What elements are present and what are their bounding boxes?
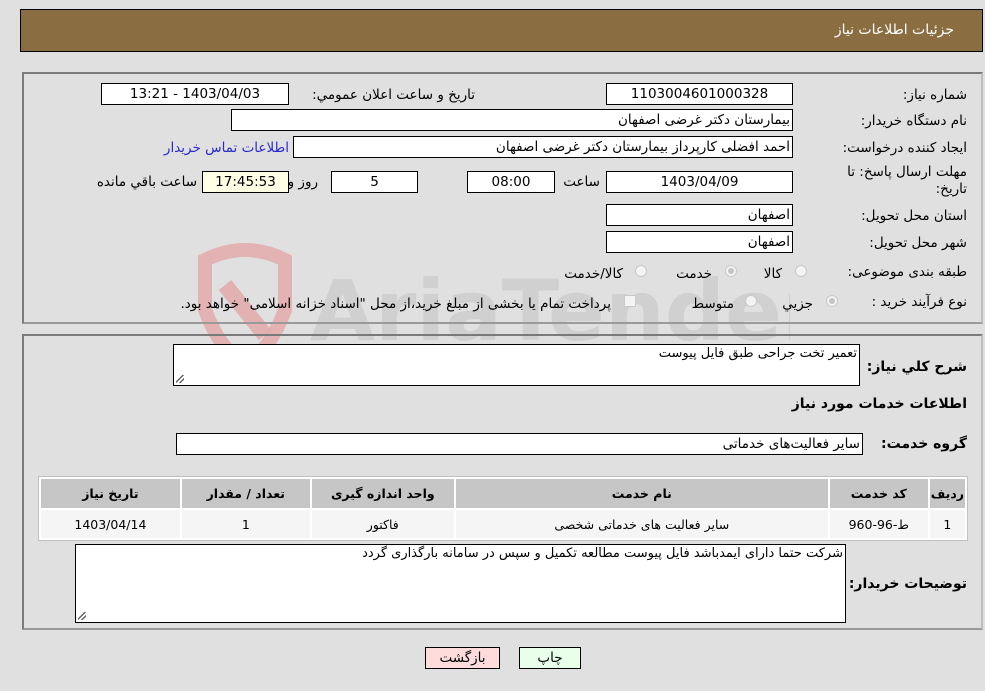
buyer-org-field[interactable]: بیمارستان دکتر غرضی اصفهان (231, 109, 793, 131)
category-radio-service[interactable] (725, 265, 737, 277)
province-label: استان محل تحویل: (861, 208, 967, 224)
page-header: جزئیات اطلاعات نیاز (20, 9, 983, 52)
print-button[interactable]: چاپ (519, 647, 581, 669)
city-label: شهر محل تحویل: (869, 235, 967, 251)
creator-field[interactable]: احمد افضلی کارپرداز بیمارستان دکتر غرضی … (293, 136, 793, 158)
days-label: روز و (287, 174, 318, 190)
back-button[interactable]: بازگشت (425, 647, 500, 669)
creator-label: ایجاد کننده درخواست: (842, 140, 967, 156)
cell-service-code: ط-96-960 (829, 510, 928, 538)
category-option-goods-service: کالا/خدمت (564, 266, 623, 282)
resize-grip-icon[interactable] (176, 375, 184, 383)
days-remaining-field[interactable]: 5 (331, 171, 418, 193)
category-option-goods: کالا (763, 266, 782, 282)
cell-unit: فاکتور (311, 510, 454, 538)
purchase-type-label: نوع فرآیند خرید : (871, 294, 967, 310)
city-field[interactable]: اصفهان (606, 231, 793, 253)
deadline-date-field[interactable]: 1403/04/09 (606, 171, 793, 193)
buyer-contact-link[interactable]: اطلاعات تماس خریدار (164, 140, 289, 156)
col-service-code: کد خدمت (829, 479, 928, 508)
deadline-label-line1: مهلت ارسال پاسخ: تا (847, 164, 967, 180)
buyer-notes-text: شرکت حتما دارای ایمدباشد فایل پیوست مطال… (362, 546, 843, 561)
remaining-time-field[interactable]: 17:45:53 (202, 171, 289, 193)
province-field[interactable]: اصفهان (606, 204, 793, 226)
purchase-radio-medium[interactable] (745, 295, 757, 307)
services-table-wrapper: ردیف کد خدمت نام خدمت واحد اندازه گیری ت… (38, 476, 968, 541)
purchase-radio-minor[interactable] (826, 295, 838, 307)
cell-quantity: 1 (181, 510, 310, 538)
treasury-checkbox[interactable] (624, 295, 636, 307)
description-label: شرح کلي نیاز: (866, 359, 967, 375)
deadline-label: مهلت ارسال پاسخ: تا تاریخ: (847, 164, 967, 198)
buyer-notes-label: توضیحات خریدار: (848, 576, 967, 592)
page-title: جزئیات اطلاعات نیاز (834, 22, 954, 38)
treasury-note: پرداخت تمام یا بخشی از مبلغ خرید،از محل … (180, 296, 611, 312)
remaining-label: ساعت باقي مانده (96, 174, 197, 190)
purchase-option-medium: متوسط (691, 296, 734, 312)
deadline-time-label: ساعت (563, 174, 600, 190)
announce-datetime-field[interactable]: 1403/04/03 - 13:21 (101, 83, 289, 105)
table-row: 1 ط-96-960 سایر فعالیت های خدماتی شخصی ف… (41, 510, 965, 538)
deadline-time-field[interactable]: 08:00 (467, 171, 555, 193)
description-textarea[interactable]: تعمیر تخت جراحی طبق فایل پیوست (173, 344, 860, 386)
announce-label: تاریخ و ساعت اعلان عمومي: (312, 87, 475, 103)
category-option-service: خدمت (676, 266, 712, 282)
services-table: ردیف کد خدمت نام خدمت واحد اندازه گیری ت… (38, 476, 968, 541)
col-row-number: ردیف (929, 479, 965, 508)
category-radio-goods[interactable] (795, 265, 807, 277)
buyer-notes-textarea[interactable]: شرکت حتما دارای ایمدباشد فایل پیوست مطال… (75, 544, 846, 623)
table-header-row: ردیف کد خدمت نام خدمت واحد اندازه گیری ت… (41, 479, 965, 508)
service-group-field[interactable]: سایر فعالیت‌های خدماتی (176, 433, 863, 455)
category-label: طبقه بندی موضوعی: (847, 264, 967, 280)
col-service-name: نام خدمت (455, 479, 828, 508)
services-heading: اطلاعات خدمات مورد نیاز (791, 396, 967, 412)
deadline-label-line2: تاریخ: (935, 181, 967, 197)
cell-need-date: 1403/04/14 (41, 510, 180, 538)
resize-grip-icon[interactable] (78, 612, 86, 620)
description-text: تعمیر تخت جراحی طبق فایل پیوست (658, 346, 857, 361)
need-number-field[interactable]: 1103004601000328 (606, 83, 793, 105)
buyer-org-label: نام دستگاه خریدار: (860, 113, 967, 129)
col-quantity: تعداد / مقدار (181, 479, 310, 508)
col-unit: واحد اندازه گیری (311, 479, 454, 508)
service-group-label: گروه خدمت: (881, 436, 967, 452)
col-need-date: تاریخ نیاز (41, 479, 180, 508)
category-radio-goods-service[interactable] (635, 265, 647, 277)
need-number-label: شماره نیاز: (902, 87, 967, 103)
cell-row-number: 1 (929, 510, 965, 538)
purchase-option-minor: جزيي (782, 296, 813, 312)
cell-service-name: سایر فعالیت های خدماتی شخصی (455, 510, 828, 538)
